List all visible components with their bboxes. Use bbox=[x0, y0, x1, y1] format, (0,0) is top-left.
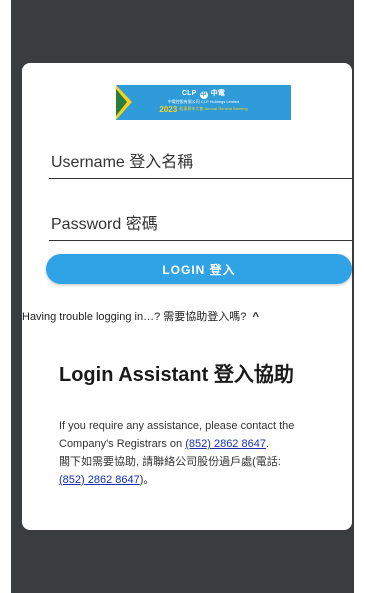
page-background: CLP 中 中電 中電控股有限公司 CLP Holdings Limited 2… bbox=[11, 0, 354, 593]
assistant-text-cn-end: )。 bbox=[139, 474, 155, 486]
banner-brand: CLP bbox=[181, 90, 197, 97]
registrar-phone-link-en[interactable]: (852) 2862 8647 bbox=[185, 438, 266, 450]
password-field bbox=[49, 211, 354, 241]
banner-brand-cn: 中電 bbox=[210, 90, 226, 97]
banner-year: 2023 bbox=[159, 105, 178, 114]
password-input[interactable] bbox=[49, 211, 354, 239]
registrar-phone-link-cn[interactable]: (852) 2862 8647 bbox=[59, 474, 140, 486]
assistant-text-cn: 閣下如需要協助, 請聯絡公司股份過戶處(電話: bbox=[59, 456, 281, 468]
agm-banner: CLP 中 中電 中電控股有限公司 CLP Holdings Limited 2… bbox=[116, 85, 291, 120]
username-field bbox=[49, 149, 354, 179]
assistant-title: Login Assistant 登入協助 bbox=[59, 364, 294, 386]
banner-meeting: 股東周年大會 Annual General Meeting bbox=[179, 106, 248, 111]
username-input[interactable] bbox=[49, 149, 354, 177]
trouble-text: Having trouble logging in…? 需要協助登入嗎? bbox=[22, 311, 247, 323]
assistant-text-en-end: . bbox=[265, 438, 270, 450]
trouble-toggle[interactable]: Having trouble logging in…? 需要協助登入嗎? ^ bbox=[22, 308, 352, 324]
banner-logo: CLP 中 中電 bbox=[116, 88, 291, 99]
login-button[interactable]: LOGIN 登入 bbox=[46, 254, 352, 284]
clp-logo-icon: 中 bbox=[199, 91, 208, 99]
login-card: CLP 中 中電 中電控股有限公司 CLP Holdings Limited 2… bbox=[22, 63, 354, 530]
chevron-up-icon: ^ bbox=[252, 311, 259, 323]
assistant-body: If you require any assistance, please co… bbox=[59, 417, 349, 489]
banner-year-line: 2023 股東周年大會 Annual General Meeting bbox=[116, 105, 291, 114]
